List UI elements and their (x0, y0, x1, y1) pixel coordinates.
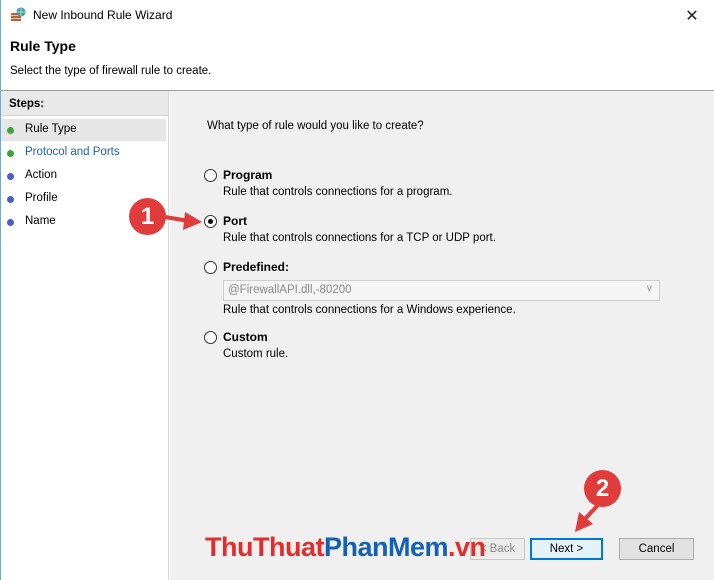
watermark-part: ThuThuat (205, 532, 324, 562)
option-label: Predefined: (223, 260, 290, 274)
title-bar: New Inbound Rule Wizard ✕ (1, 0, 714, 31)
steps-heading: Steps: (1, 91, 168, 116)
option-description: Rule that controls connections for a pro… (223, 186, 453, 198)
step-complete-dot-icon (7, 127, 14, 134)
step-complete-dot-icon (7, 150, 14, 157)
option-description: Rule that controls connections for a Win… (223, 304, 516, 316)
watermark-part: .vn (448, 532, 486, 562)
step-label: Name (25, 215, 56, 227)
firewall-shield-icon (10, 7, 26, 23)
chevron-down-icon: ∨ (645, 283, 653, 294)
watermark-part: PhanMem (323, 532, 449, 562)
steps-heading-label: Steps: (9, 98, 45, 110)
option-label: Custom (223, 330, 268, 344)
option-description: Custom rule. (223, 348, 289, 360)
next-button[interactable]: Next > (530, 538, 603, 560)
steps-panel: Steps: Rule Type Protocol and Ports Acti… (1, 91, 169, 580)
cancel-button[interactable]: Cancel (619, 538, 694, 560)
step-label: Protocol and Ports (25, 146, 120, 158)
watermark: ThuThuatPhanMem.vn (205, 532, 486, 563)
radio-predefined[interactable] (204, 261, 217, 274)
page-subtitle: Select the type of firewall rule to crea… (10, 65, 212, 77)
option-description: Rule that controls connections for a TCP… (223, 232, 496, 244)
step-rule-type[interactable]: Rule Type (1, 119, 166, 141)
window-title: New Inbound Rule Wizard (33, 8, 173, 22)
step-pending-dot-icon (7, 196, 14, 203)
step-pending-dot-icon (7, 219, 14, 226)
predefined-select-value: @FirewallAPI.dll,-80200 (228, 284, 352, 296)
wizard-window: New Inbound Rule Wizard ✕ Rule Type Sele… (0, 0, 714, 580)
step-badge-1: 1 (129, 198, 166, 235)
page-title: Rule Type (10, 38, 76, 54)
step-label: Profile (25, 192, 58, 204)
step-protocol-and-ports[interactable]: Protocol and Ports (1, 142, 166, 164)
close-icon[interactable]: ✕ (669, 0, 714, 31)
predefined-select[interactable]: @FirewallAPI.dll,-80200 ∨ (223, 280, 660, 301)
wizard-header: Rule Type Select the type of firewall ru… (1, 31, 714, 89)
step-pending-dot-icon (7, 173, 14, 180)
radio-port[interactable] (204, 215, 217, 228)
radio-program[interactable] (204, 169, 217, 182)
option-label: Port (223, 214, 247, 228)
main-content: What type of rule would you like to crea… (170, 91, 714, 580)
step-label: Action (25, 169, 57, 181)
question-text: What type of rule would you like to crea… (207, 120, 424, 132)
step-action[interactable]: Action (1, 165, 166, 187)
radio-custom[interactable] (204, 331, 217, 344)
step-badge-2: 2 (584, 470, 621, 507)
option-label: Program (223, 168, 273, 182)
step-label: Rule Type (25, 123, 77, 135)
